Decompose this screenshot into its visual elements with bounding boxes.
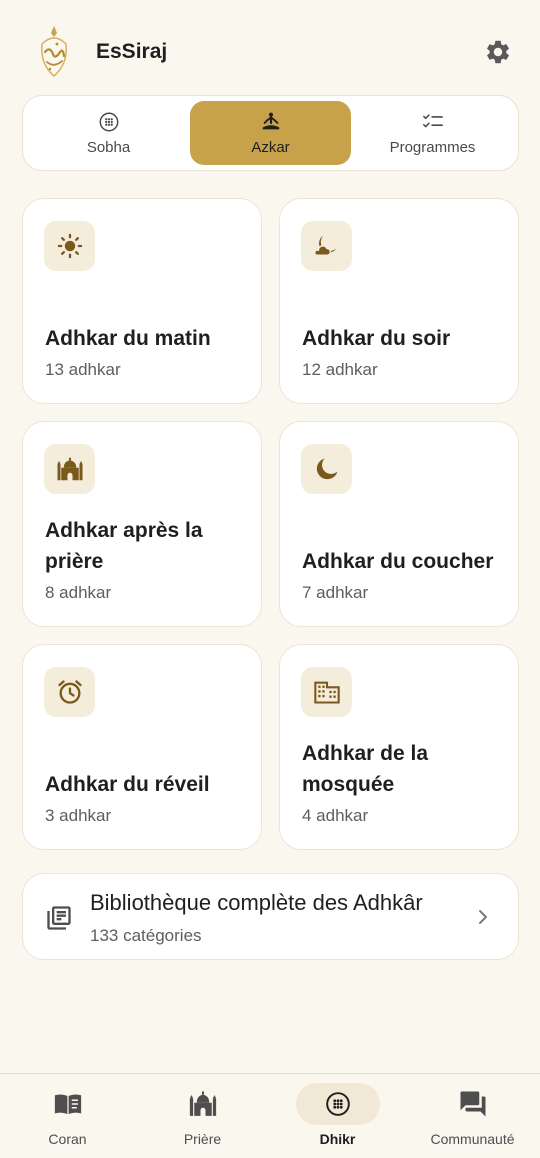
building-icon	[313, 681, 340, 704]
chevron-right-icon	[479, 910, 487, 924]
tasbih-icon	[99, 112, 118, 131]
tab-programmes[interactable]: Programmes	[352, 101, 513, 165]
gear-icon	[487, 40, 509, 64]
tab-programmes-label: Programmes	[389, 138, 476, 156]
essiraj-logo	[41, 26, 67, 77]
library-count: 133 catégories	[90, 926, 202, 945]
card-count: 12 adhkar	[302, 360, 378, 379]
chat-icon	[460, 1091, 485, 1117]
library-books-icon	[47, 906, 71, 930]
alarm-clock-icon	[57, 680, 82, 704]
card-adhkar-matin[interactable]: Adhkar du matin 13 adhkar	[22, 198, 262, 404]
nav-priere[interactable]: Prière	[135, 1074, 270, 1158]
card-count: 7 adhkar	[302, 583, 369, 602]
moon-icon	[316, 458, 337, 480]
book-icon	[54, 1094, 81, 1114]
mode-tabs: Sobha Azkar Programmes	[22, 95, 519, 171]
card-count: 3 adhkar	[45, 806, 112, 825]
card-icon-box	[301, 667, 352, 717]
library-link[interactable]: Bibliothèque complète des Adhkâr 133 cat…	[22, 873, 519, 960]
nav-icon-wrap	[188, 1089, 218, 1119]
tab-sobha[interactable]: Sobha	[28, 101, 189, 165]
mosque-icon	[57, 457, 82, 481]
card-icon-box	[301, 221, 352, 271]
nav-communaute[interactable]: Communauté	[405, 1074, 540, 1158]
mosque-icon	[189, 1091, 216, 1116]
card-title: Adhkar du réveil	[45, 773, 210, 796]
card-adhkar-soir[interactable]: Adhkar du soir 12 adhkar	[279, 198, 519, 404]
checklist-icon	[422, 113, 443, 127]
card-title: Adhkar après la prière	[45, 519, 203, 573]
card-adhkar-apres-priere[interactable]: Adhkar après la prière 8 adhkar	[22, 421, 262, 627]
nav-dhikr[interactable]: Dhikr	[270, 1074, 405, 1158]
nav-icon-wrap	[53, 1089, 83, 1119]
library-title: Bibliothèque complète des Adhkâr	[90, 890, 423, 915]
nav-icon-wrap	[323, 1089, 353, 1119]
nav-label: Prière	[183, 1131, 222, 1147]
moon-cloud-icon	[313, 235, 336, 257]
card-count: 4 adhkar	[302, 806, 369, 825]
meditation-icon	[262, 112, 279, 129]
card-adhkar-mosquee[interactable]: Adhkar de la mosquée 4 adhkar	[279, 644, 519, 850]
tab-azkar-label: Azkar	[251, 138, 290, 156]
nav-label: Coran	[48, 1131, 87, 1147]
tab-azkar[interactable]: Azkar	[190, 101, 351, 165]
nav-label: Dhikr	[319, 1131, 356, 1147]
card-title: Adhkar du coucher	[302, 550, 494, 573]
nav-coran[interactable]: Coran	[0, 1074, 135, 1158]
card-title: Adhkar du soir	[302, 327, 451, 350]
card-icon-box	[44, 221, 95, 271]
card-title: Adhkar de la mosquée	[302, 742, 429, 796]
settings-button[interactable]	[482, 36, 514, 68]
card-count: 13 adhkar	[45, 360, 121, 379]
nav-icon-wrap	[458, 1089, 488, 1119]
card-icon-box	[44, 444, 95, 494]
card-count: 8 adhkar	[45, 583, 112, 602]
tasbih-icon	[325, 1092, 350, 1116]
card-adhkar-reveil[interactable]: Adhkar du réveil 3 adhkar	[22, 644, 262, 850]
card-title: Adhkar du matin	[45, 327, 211, 350]
card-icon-box	[301, 444, 352, 494]
sun-icon	[57, 233, 82, 259]
app-header: EsSiraj	[0, 0, 540, 96]
nav-label: Communauté	[430, 1131, 515, 1147]
card-icon-box	[44, 667, 95, 717]
app-title: EsSiraj	[96, 40, 168, 63]
bottom-navigation: Coran Prière Dhikr Communauté	[0, 1073, 540, 1158]
card-adhkar-coucher[interactable]: Adhkar du coucher 7 adhkar	[279, 421, 519, 627]
tab-sobha-label: Sobha	[86, 138, 131, 156]
